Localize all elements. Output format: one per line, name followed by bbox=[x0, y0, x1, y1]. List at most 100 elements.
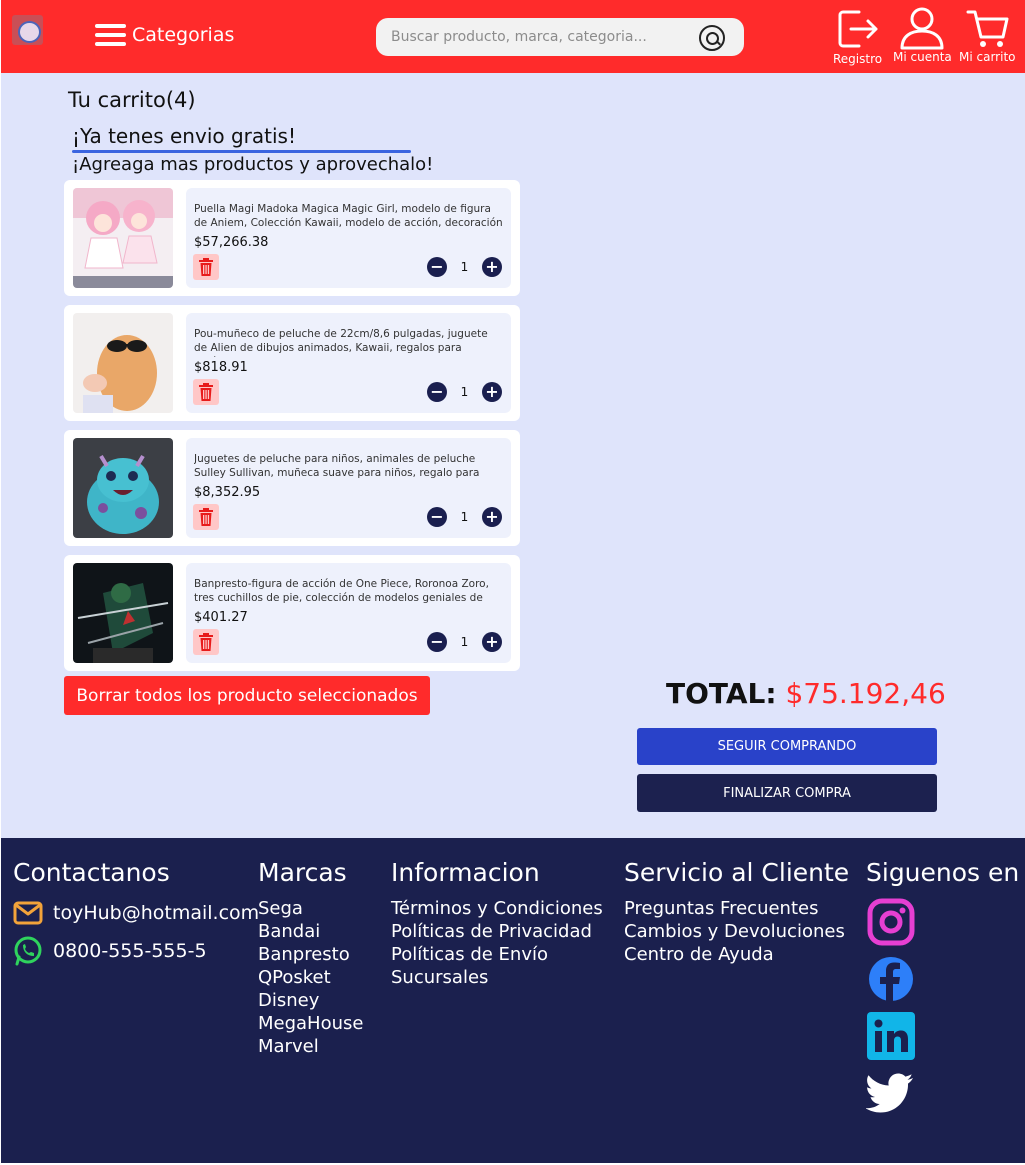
item-description[interactable]: Puella Magi Madoka Magica Magic Girl, mo… bbox=[194, 202, 504, 232]
footer-brands: Marcas Sega Bandai Banpresto QPosket Dis… bbox=[258, 858, 363, 1058]
trash-icon bbox=[199, 633, 213, 651]
cart-item: Banpresto-figura de acción de One Piece,… bbox=[64, 555, 520, 671]
contact-title: Contactanos bbox=[13, 858, 170, 887]
trash-icon bbox=[199, 258, 213, 276]
quantity-stepper: − 1 + bbox=[427, 507, 502, 527]
contact-phone[interactable]: 0800-555-555-5 bbox=[13, 935, 259, 967]
cart-item: Puella Magi Madoka Magica Magic Girl, mo… bbox=[64, 180, 520, 296]
item-info: Puella Magi Madoka Magica Magic Girl, mo… bbox=[186, 188, 511, 288]
quantity-stepper: − 1 + bbox=[427, 257, 502, 277]
shipping-progress-bar bbox=[72, 150, 411, 153]
service-title: Servicio al Cliente bbox=[624, 858, 850, 887]
contact-email-text: toyHub@hotmail.com bbox=[53, 902, 260, 924]
mail-icon bbox=[13, 901, 43, 925]
cart-label: Mi carrito bbox=[959, 50, 1016, 64]
brand-link[interactable]: Bandai bbox=[258, 920, 363, 943]
facebook-icon[interactable] bbox=[866, 954, 916, 1004]
clear-cart-button[interactable]: Borrar todos los producto seleccionados bbox=[64, 676, 430, 715]
increase-quantity-button[interactable]: + bbox=[482, 382, 502, 402]
instagram-icon[interactable] bbox=[866, 897, 916, 947]
decrease-quantity-button[interactable]: − bbox=[427, 257, 447, 277]
brand-link[interactable]: Disney bbox=[258, 989, 363, 1012]
footer-info: Informacion Términos y Condiciones Polít… bbox=[391, 858, 603, 989]
info-link[interactable]: Sucursales bbox=[391, 966, 603, 989]
social-title: Siguenos en bbox=[866, 858, 1020, 887]
decrease-quantity-button[interactable]: − bbox=[427, 382, 447, 402]
product-image[interactable] bbox=[73, 438, 173, 538]
item-description[interactable]: Banpresto-figura de acción de One Piece,… bbox=[194, 577, 504, 607]
register-label: Registro bbox=[833, 52, 883, 66]
product-image[interactable] bbox=[73, 188, 173, 288]
footer-service: Servicio al Cliente Preguntas Frecuentes… bbox=[624, 858, 849, 966]
brand-link[interactable]: Marvel bbox=[258, 1035, 363, 1058]
cart-item: Juguetes de peluche para niños, animales… bbox=[64, 430, 520, 546]
toyhub-logo[interactable] bbox=[12, 15, 43, 45]
cart-total: TOTAL: $75.192,46 bbox=[666, 677, 946, 710]
quantity-value: 1 bbox=[460, 260, 469, 274]
increase-quantity-button[interactable]: + bbox=[482, 507, 502, 527]
delete-item-button[interactable] bbox=[193, 379, 219, 405]
quantity-stepper: − 1 + bbox=[427, 382, 502, 402]
whatsapp-icon bbox=[14, 936, 42, 966]
account-link[interactable]: Mi cuenta bbox=[893, 6, 952, 64]
search-icon[interactable] bbox=[699, 25, 725, 51]
info-link[interactable]: Políticas de Privacidad bbox=[391, 920, 603, 943]
logout-icon bbox=[838, 10, 878, 48]
item-description[interactable]: Juguetes de peluche para niños, animales… bbox=[194, 452, 504, 482]
contact-email[interactable]: toyHub@hotmail.com bbox=[13, 897, 259, 929]
search-bar bbox=[376, 18, 744, 56]
info-title: Informacion bbox=[391, 858, 540, 887]
register-link[interactable]: Registro bbox=[833, 6, 882, 66]
item-description[interactable]: Pou-muñeco de peluche de 22cm/8,6 pulgad… bbox=[194, 327, 504, 357]
service-link[interactable]: Preguntas Frecuentes bbox=[624, 897, 849, 920]
trash-icon bbox=[199, 383, 213, 401]
twitter-icon[interactable] bbox=[866, 1068, 916, 1118]
info-link[interactable]: Términos y Condiciones bbox=[391, 897, 603, 920]
total-label: TOTAL: bbox=[666, 677, 777, 710]
continue-shopping-button[interactable]: SEGUIR COMPRANDO bbox=[637, 728, 937, 765]
account-label: Mi cuenta bbox=[893, 50, 952, 64]
info-link[interactable]: Políticas de Envío bbox=[391, 943, 603, 966]
product-image[interactable] bbox=[73, 313, 173, 413]
linkedin-icon[interactable] bbox=[866, 1011, 916, 1061]
total-value: $75.192,46 bbox=[785, 677, 946, 710]
quantity-value: 1 bbox=[460, 385, 469, 399]
item-info: Banpresto-figura de acción de One Piece,… bbox=[186, 563, 511, 663]
increase-quantity-button[interactable]: + bbox=[482, 632, 502, 652]
item-price: $818.91 bbox=[194, 360, 248, 375]
contact-phone-text: 0800-555-555-5 bbox=[53, 940, 207, 962]
site-header: Categorias Registro Mi cuenta Mi carrito bbox=[1, 0, 1025, 73]
brand-link[interactable]: Sega bbox=[258, 897, 363, 920]
quantity-value: 1 bbox=[460, 635, 469, 649]
product-image[interactable] bbox=[73, 563, 173, 663]
cart-title: Tu carrito(4) bbox=[68, 88, 196, 112]
brand-link[interactable]: MegaHouse bbox=[258, 1012, 363, 1035]
site-footer: Contactanos toyHub@hotmail.com 0800-555-… bbox=[1, 838, 1025, 1163]
cart-item: Pou-muñeco de peluche de 22cm/8,6 pulgad… bbox=[64, 305, 520, 421]
cart-link[interactable]: Mi carrito bbox=[959, 6, 1016, 64]
decrease-quantity-button[interactable]: − bbox=[427, 632, 447, 652]
footer-social: Siguenos en bbox=[866, 858, 1019, 1125]
item-price: $401.27 bbox=[194, 610, 248, 625]
brands-title: Marcas bbox=[258, 858, 347, 887]
delete-item-button[interactable] bbox=[193, 629, 219, 655]
checkout-button[interactable]: FINALIZAR COMPRA bbox=[637, 774, 937, 812]
increase-quantity-button[interactable]: + bbox=[482, 257, 502, 277]
categories-button[interactable]: Categorias bbox=[95, 20, 234, 50]
search-input[interactable] bbox=[391, 29, 691, 45]
delete-item-button[interactable] bbox=[193, 504, 219, 530]
brand-link[interactable]: Banpresto bbox=[258, 943, 363, 966]
service-link[interactable]: Cambios y Devoluciones bbox=[624, 920, 849, 943]
user-icon bbox=[900, 7, 944, 50]
delete-item-button[interactable] bbox=[193, 254, 219, 280]
brand-link[interactable]: QPosket bbox=[258, 966, 363, 989]
decrease-quantity-button[interactable]: − bbox=[427, 507, 447, 527]
service-link[interactable]: Centro de Ayuda bbox=[624, 943, 849, 966]
item-info: Juguetes de peluche para niños, animales… bbox=[186, 438, 511, 538]
free-shipping-message: ¡Ya tenes envio gratis! bbox=[72, 124, 296, 148]
add-more-message: ¡Agreaga mas productos y aprovechalo! bbox=[72, 154, 434, 175]
quantity-value: 1 bbox=[460, 510, 469, 524]
categories-label: Categorias bbox=[132, 24, 235, 46]
item-price: $57,266.38 bbox=[194, 235, 269, 250]
trash-icon bbox=[199, 508, 213, 526]
